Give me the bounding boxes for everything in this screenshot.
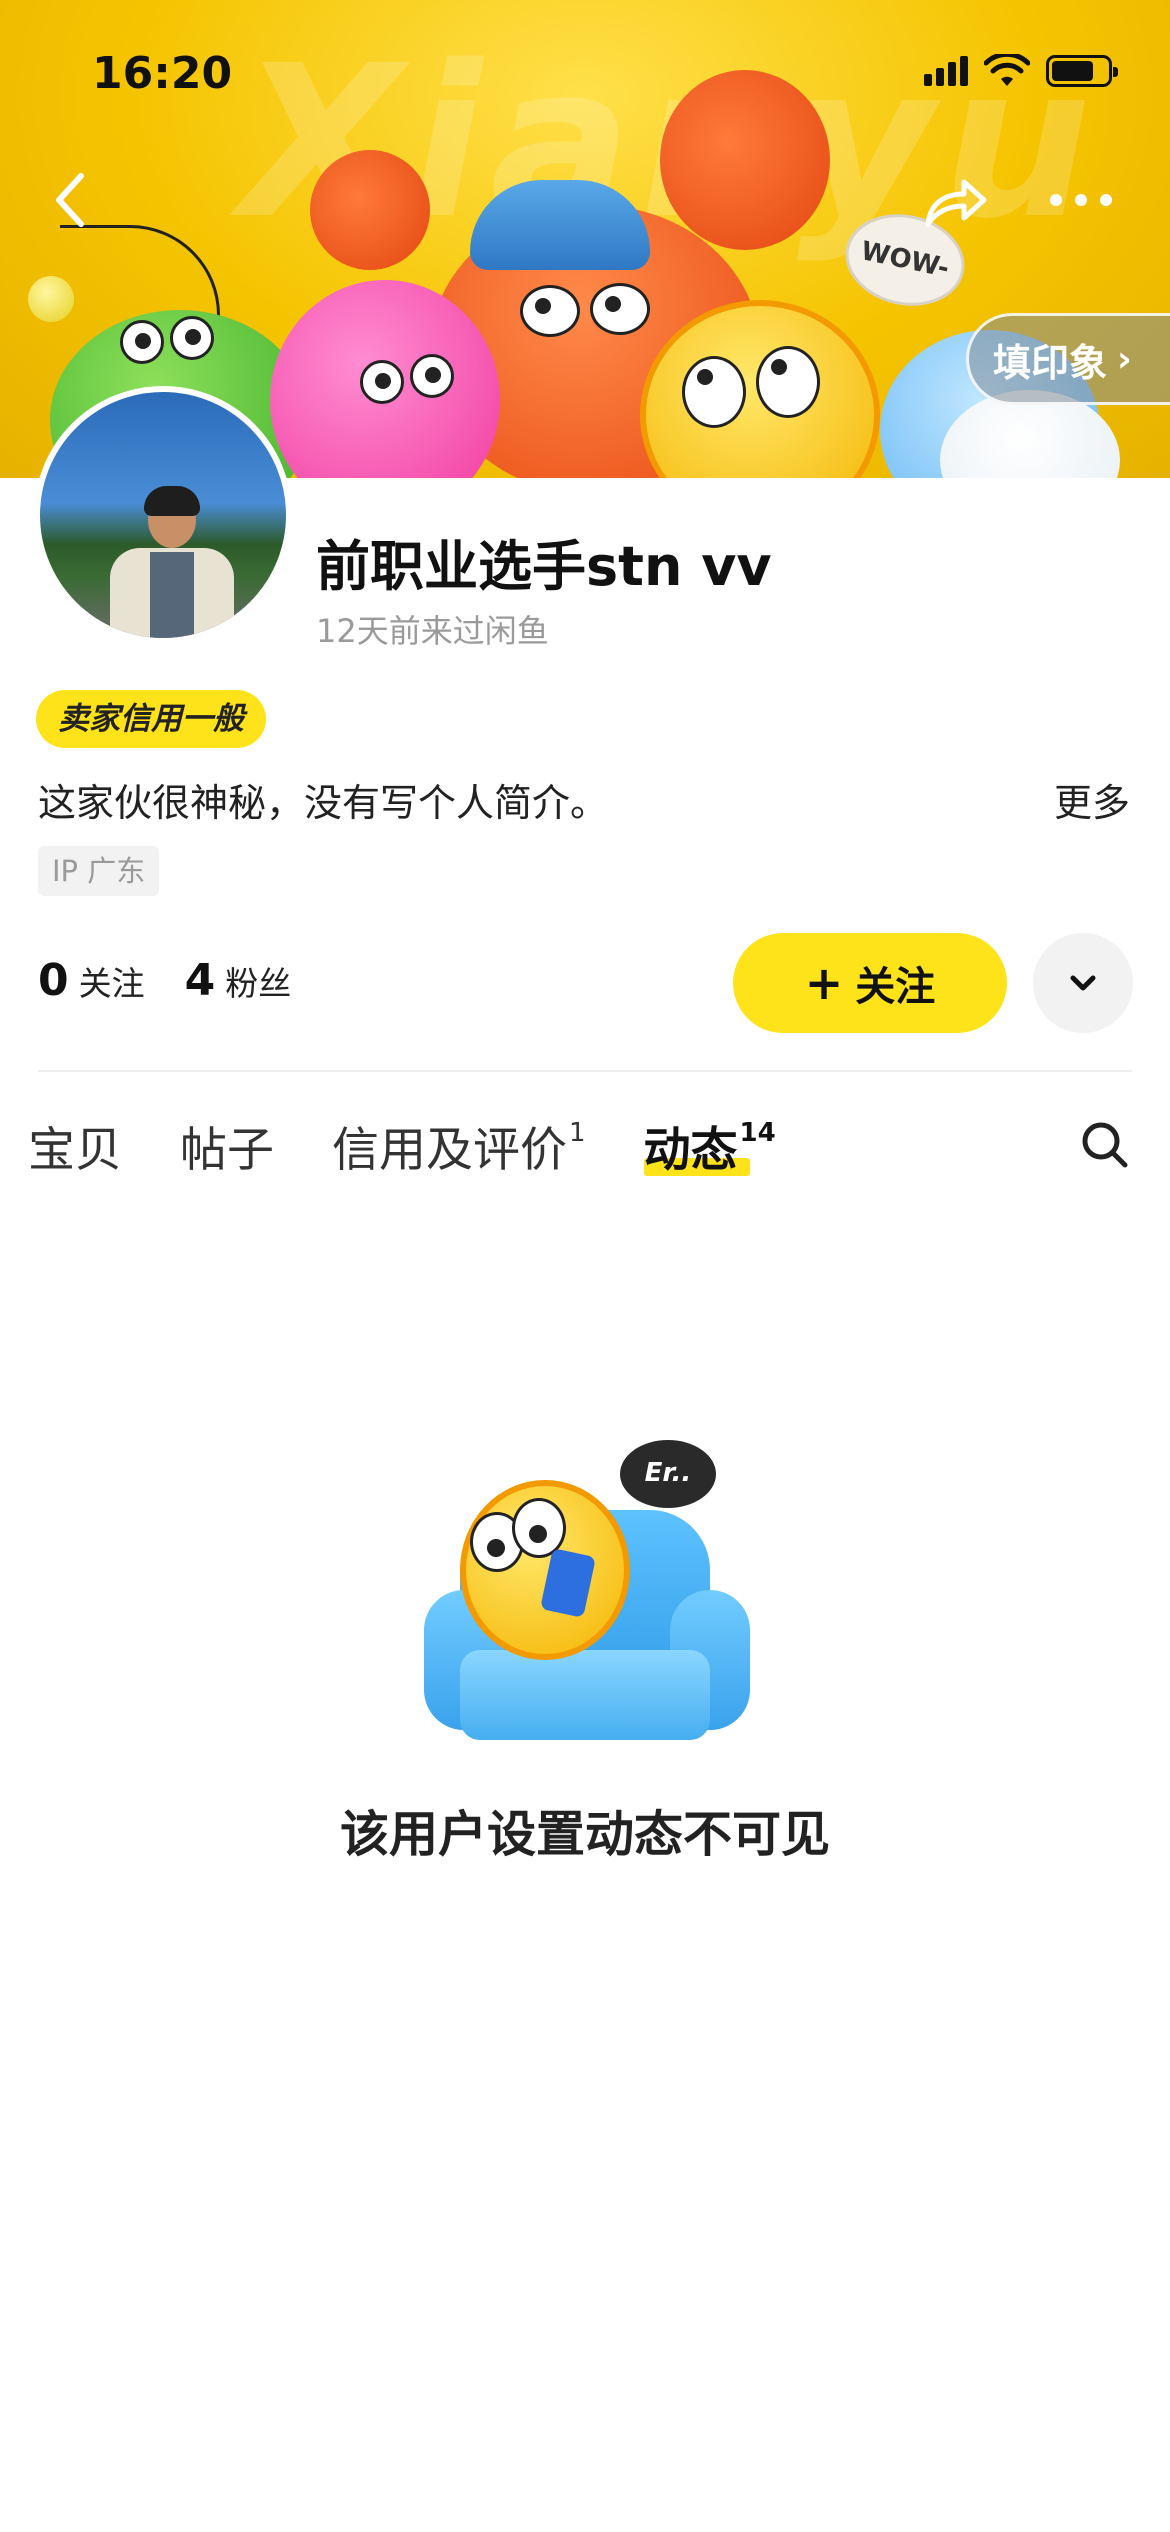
follow-button[interactable]: + 关注 bbox=[733, 933, 1007, 1033]
status-time: 16:20 bbox=[92, 48, 233, 99]
chevron-left-icon bbox=[56, 173, 84, 227]
more-button[interactable] bbox=[1046, 165, 1116, 235]
search-button[interactable] bbox=[1070, 1110, 1140, 1180]
followers-label: 粉丝 bbox=[225, 964, 292, 1003]
following-label: 关注 bbox=[78, 964, 145, 1003]
bio-more-link[interactable]: 更多 bbox=[1054, 772, 1130, 827]
battery-icon bbox=[1046, 55, 1118, 87]
tab-credit-reviews[interactable]: 信用及评价1 bbox=[332, 1111, 586, 1180]
status-icons bbox=[924, 54, 1118, 88]
username: 前职业选手stn vv bbox=[316, 535, 772, 598]
tab-items-label: 宝贝 bbox=[28, 1122, 122, 1178]
tab-activity[interactable]: 动态14 bbox=[643, 1111, 776, 1180]
followers-stat[interactable]: 4 粉丝 bbox=[185, 955, 292, 1006]
bio-text: 这家伙很神秘，没有写个人简介。 bbox=[38, 781, 609, 825]
search-icon bbox=[1082, 1122, 1128, 1168]
sofa-seat bbox=[460, 1650, 710, 1740]
follow-stats: 0 关注 4 粉丝 bbox=[38, 955, 291, 1006]
follow-button-label: 关注 bbox=[855, 964, 936, 1010]
following-stat[interactable]: 0 关注 bbox=[38, 955, 145, 1006]
plus-icon: + bbox=[804, 956, 844, 1010]
tab-posts-label: 帖子 bbox=[180, 1122, 274, 1178]
empty-state-illustration: Er.. bbox=[420, 1440, 750, 1760]
tab-items[interactable]: 宝贝 bbox=[28, 1111, 122, 1180]
avatar[interactable] bbox=[34, 386, 292, 644]
fill-impression-button[interactable]: 填印象 › bbox=[966, 313, 1170, 405]
following-count: 0 bbox=[38, 955, 69, 1006]
avatar-photo bbox=[110, 486, 234, 638]
seller-credit-badge[interactable]: 卖家信用一般 bbox=[36, 690, 266, 748]
more-dots-icon bbox=[1050, 194, 1112, 206]
cellular-signal-icon bbox=[924, 56, 968, 86]
er-speech-bubble: Er.. bbox=[620, 1440, 716, 1508]
crab-claw-left bbox=[310, 150, 430, 270]
share-arrow-icon bbox=[925, 179, 987, 227]
wifi-icon bbox=[984, 54, 1030, 86]
share-button[interactable] bbox=[920, 165, 990, 235]
crab-claw-right bbox=[660, 70, 830, 250]
tab-credit-reviews-label: 信用及评价 bbox=[332, 1122, 567, 1178]
tab-credit-reviews-count: 1 bbox=[569, 1117, 586, 1148]
last-seen: 12天前来过闲鱼 bbox=[316, 612, 549, 650]
more-options-dropdown[interactable] bbox=[1033, 933, 1133, 1033]
lightbulb-icon bbox=[28, 276, 74, 322]
tab-activity-label: 动态 bbox=[643, 1122, 738, 1178]
fish-mascot bbox=[460, 1480, 630, 1660]
chevron-down-icon bbox=[1070, 975, 1096, 991]
fill-impression-label: 填印象 bbox=[993, 340, 1108, 385]
battery-level bbox=[1052, 61, 1093, 81]
empty-state-message: 该用户设置动态不可见 bbox=[339, 1806, 830, 1863]
followers-count: 4 bbox=[184, 955, 216, 1006]
tab-activity-count: 14 bbox=[739, 1117, 776, 1148]
chevron-right-icon: › bbox=[1117, 338, 1132, 380]
profile-tabs: 宝贝 帖子 信用及评价1 动态14 bbox=[28, 1100, 776, 1190]
ip-location-tag: IP 广东 bbox=[38, 846, 160, 896]
back-button[interactable] bbox=[36, 165, 106, 235]
tab-posts[interactable]: 帖子 bbox=[180, 1111, 274, 1180]
section-divider bbox=[38, 1070, 1132, 1072]
